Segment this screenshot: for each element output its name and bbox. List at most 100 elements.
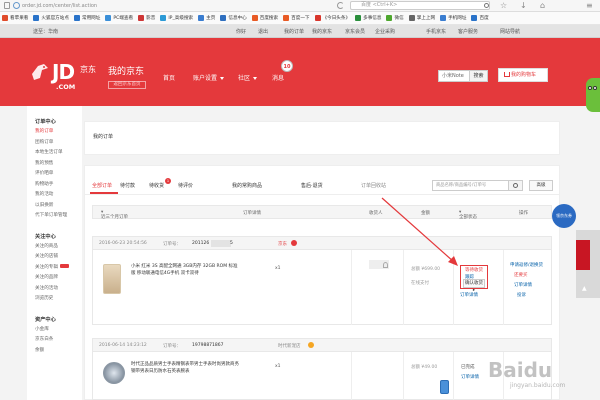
- buy-again-link[interactable]: 还要买: [514, 272, 528, 278]
- nav-community[interactable]: 社区: [238, 73, 258, 82]
- order-detail-link[interactable]: 订单详情: [461, 374, 479, 380]
- logout-link[interactable]: 退出: [258, 28, 268, 35]
- magnifier-icon[interactable]: [484, 3, 489, 8]
- nav-settings[interactable]: 账户设置: [193, 73, 225, 82]
- my-orders-link[interactable]: 我的订单: [284, 28, 304, 35]
- float-sidebar-tab[interactable]: [576, 240, 590, 270]
- star-icon[interactable]: ☆: [500, 1, 507, 11]
- bookmark-item[interactable]: 火狐官方站点: [33, 15, 69, 21]
- complain-link[interactable]: 投诉: [517, 292, 526, 298]
- product-image[interactable]: [103, 362, 125, 384]
- bookmark-item[interactable]: 百度一下: [283, 15, 310, 21]
- tab-pending-receive[interactable]: 待收货: [149, 182, 164, 189]
- status-select-label: 全部状态: [459, 215, 477, 220]
- mobile-jd-link[interactable]: 手机京东: [426, 28, 446, 35]
- bookmark-item[interactable]: 百度: [471, 15, 489, 21]
- confirm-receipt-button[interactable]: 确认收货 ▸: [463, 279, 485, 293]
- sidebar-item[interactable]: 购物助手: [35, 181, 53, 187]
- tab-all-orders[interactable]: 全部订单: [92, 182, 112, 189]
- back-to-top-icon[interactable]: ▲: [582, 285, 587, 292]
- sidebar-item[interactable]: 代下单订单管理: [35, 212, 67, 218]
- order-header: 2016-06-23 20:54:56 订单号： 201126 5 京东: [92, 236, 552, 250]
- chat-icon[interactable]: [308, 342, 314, 348]
- sidebar-item[interactable]: 余额: [35, 347, 44, 353]
- confirm-receipt-label: 确认收货: [465, 281, 483, 286]
- apply-service-link[interactable]: 申请返修/退换货: [510, 262, 543, 268]
- order-detail-link-2[interactable]: 订单详情: [460, 292, 478, 298]
- home-icon[interactable]: ⌂: [540, 1, 545, 11]
- order-number[interactable]: 201126: [192, 241, 209, 246]
- bookmark-item[interactable]: PC端查看: [105, 15, 133, 21]
- bookmark-item[interactable]: 看苹果看: [2, 15, 28, 21]
- bookmark-icon: [440, 15, 447, 21]
- service-link[interactable]: 客户服务: [458, 28, 478, 35]
- bookmark-item[interactable]: 《今日头条》: [314, 15, 350, 21]
- tab-after-sale[interactable]: 售后·退货: [301, 182, 323, 189]
- bookmark-item[interactable]: 百度搜索: [251, 15, 278, 21]
- mascot-icon[interactable]: [586, 78, 600, 112]
- sidebar-item[interactable]: 浏览历史: [35, 295, 53, 301]
- order-shop[interactable]: 京东: [278, 241, 287, 247]
- sidebar-item[interactable]: 关注的活动: [35, 285, 58, 291]
- sidebar-item[interactable]: 本地生活订单: [35, 149, 63, 155]
- mobile-phone-icon[interactable]: [440, 380, 449, 394]
- bookmark-item[interactable]: IP_高级搜索: [160, 15, 193, 21]
- range-select[interactable]: 近三个月订单 ▾: [101, 210, 128, 220]
- download-icon[interactable]: ↓: [520, 1, 527, 11]
- header-search-button[interactable]: 搜索: [469, 70, 488, 82]
- order-search-input[interactable]: 商品名称/商品编号/订单号: [432, 180, 509, 191]
- tab-pending-review[interactable]: 待评价: [178, 182, 193, 189]
- tab-pending-pay[interactable]: 待付款: [120, 182, 135, 189]
- order-detail-link[interactable]: 订单详情: [514, 282, 532, 288]
- order-search-button[interactable]: [509, 180, 523, 191]
- chat-icon[interactable]: [291, 240, 297, 246]
- sidebar-item[interactable]: 以旧换新: [35, 202, 53, 208]
- coupon-float-button[interactable]: 领京东券: [552, 204, 576, 228]
- jd-member-link[interactable]: 京东会员: [345, 28, 365, 35]
- bookmark-item[interactable]: 微信: [386, 15, 404, 21]
- sidebar-item[interactable]: 关注的品牌: [35, 274, 58, 280]
- sidebar-section-title: 资产中心: [35, 316, 56, 323]
- product-title[interactable]: 小米 红米 3S 高配全网通 3GB内存 32GB ROM 标准版 移动联通电信…: [131, 264, 239, 277]
- sidebar-item[interactable]: 我的活动: [35, 191, 53, 197]
- bookmark-item[interactable]: 多事信息: [355, 15, 381, 21]
- address-url[interactable]: order.jd.com/center/list.action: [22, 2, 97, 10]
- product-title[interactable]: 时代正品品质男士手表精钢表带男士手表时尚男款商务钢带男表日历防水石英表腕表: [131, 362, 239, 375]
- bookmark-item[interactable]: 影音: [138, 15, 155, 21]
- sidebar-item[interactable]: 团购订单: [35, 139, 53, 145]
- order-number[interactable]: 19798871867: [192, 343, 224, 348]
- bookmark-item[interactable]: 手机网址: [440, 15, 466, 21]
- sidebar-item[interactable]: 评价晒单: [35, 170, 53, 176]
- nav-messages[interactable]: 消息: [272, 73, 284, 82]
- enterprise-link[interactable]: 企业采购: [375, 28, 395, 35]
- sidebar-item[interactable]: 我的预售: [35, 160, 53, 166]
- sidebar-item[interactable]: 关注的专辑: [35, 264, 69, 270]
- bookmark-item[interactable]: 掌上上网: [408, 15, 435, 21]
- sidebar-item[interactable]: 我的订单: [35, 128, 53, 134]
- bookmark-icon: [105, 15, 112, 21]
- sidebar-item[interactable]: 关注的商品: [35, 243, 58, 249]
- jd-logo[interactable]: JD: [52, 62, 75, 82]
- browser-address-bar[interactable]: order.jd.com/center/list.action 百度 <Ctrl…: [0, 0, 600, 12]
- product-image[interactable]: [103, 264, 121, 294]
- range-select-label: 近三个月订单: [101, 215, 128, 220]
- bookmark-item[interactable]: 主页: [198, 15, 215, 21]
- bookmark-item[interactable]: 信息中心: [220, 15, 247, 21]
- tab-frequent-items[interactable]: 我的常购商品: [232, 182, 262, 189]
- menu-icon[interactable]: ≡: [586, 1, 593, 11]
- order-shop[interactable]: 时代新宠店: [278, 343, 301, 349]
- sidebar-item[interactable]: 京东白条: [35, 336, 53, 342]
- advanced-search-button[interactable]: 高级: [529, 180, 553, 191]
- location-selector[interactable]: 送至：华南: [33, 28, 58, 35]
- tab-recycle-bin[interactable]: 订单回收站: [361, 182, 386, 189]
- sidebar-item[interactable]: 小金库: [35, 326, 49, 332]
- browser-search-input[interactable]: 百度 <Ctrl+K>: [350, 1, 490, 10]
- my-jd-link[interactable]: 我的京东: [312, 28, 332, 35]
- bookmark-item[interactable]: 常用网址: [73, 15, 100, 21]
- site-nav-link[interactable]: 网站导航: [500, 28, 520, 35]
- product-qty: x1: [275, 266, 281, 271]
- sidebar-item[interactable]: 关注的店铺: [35, 253, 58, 259]
- back-home-button[interactable]: 返回京东首页: [108, 81, 146, 89]
- refresh-icon[interactable]: [337, 2, 344, 9]
- nav-home[interactable]: 首页: [163, 73, 175, 82]
